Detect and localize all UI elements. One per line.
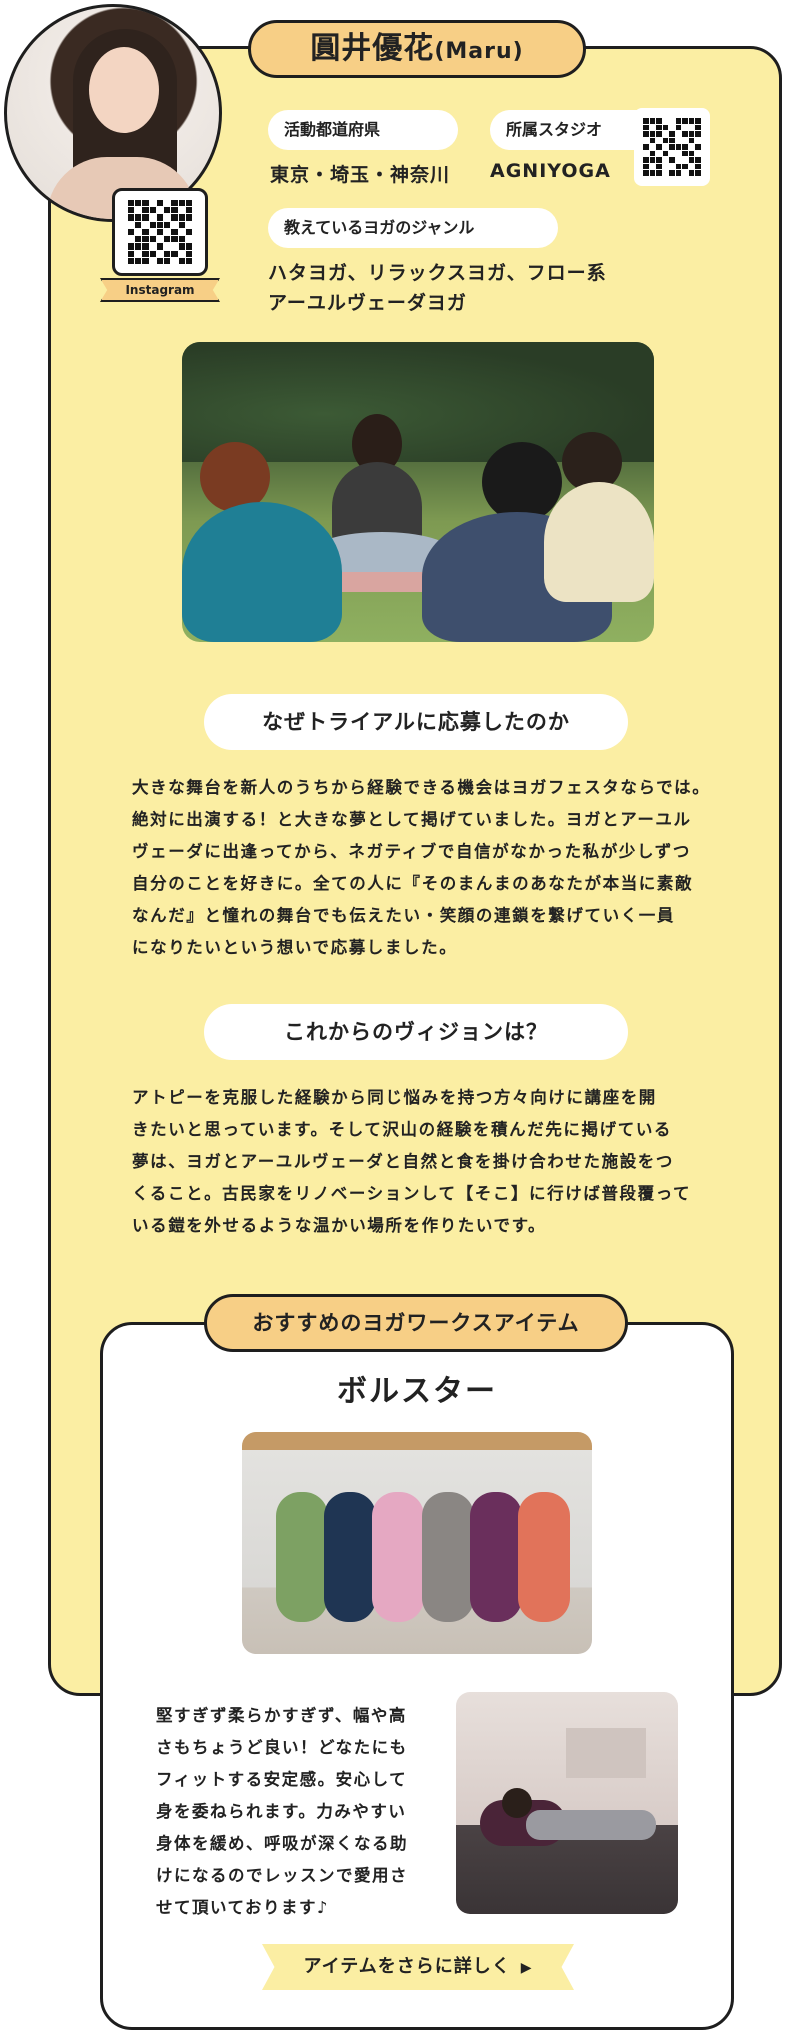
instagram-label: Instagram [100, 278, 220, 302]
bolster-navy [324, 1492, 376, 1622]
instagram-badge[interactable]: Instagram [100, 188, 220, 302]
region-value: 東京・埼玉・神奈川 [270, 164, 451, 186]
bolster-green [276, 1492, 328, 1622]
instructor-name-roman: (Maru) [434, 39, 524, 64]
name-tag: 圓井優花(Maru) [248, 20, 586, 78]
bolster-purple [470, 1492, 522, 1622]
bolster-pink [372, 1492, 424, 1622]
item-section-tag: おすすめのヨガワークスアイテム [204, 1294, 628, 1352]
vision-text: アトピーを克服した経験から同じ悩みを持つ方々向けに講座を開 きたいと思っています… [132, 1088, 692, 1235]
bolster-coral [518, 1492, 570, 1622]
bolster-pose-photo [456, 1692, 678, 1914]
genre-value: ハタヨガ、リラックスヨガ、フロー系 アーユルヴェーダヨガ [268, 262, 607, 314]
studio-value: AGNIYOGA [490, 160, 611, 182]
bolster-gray [422, 1492, 474, 1622]
item-description: 堅すぎず柔らかすぎず、幅や高 さもちょうど良い！どなたにも フィットする安定感。… [156, 1706, 408, 1917]
bolster-photo [242, 1432, 592, 1654]
why-heading: なぜトライアルに応募したのか [204, 694, 628, 750]
instructor-name: 圓井優花 [310, 31, 435, 66]
item-title: ボルスター [337, 1374, 497, 1409]
item-details-label: アイテムをさらに詳しく [303, 1956, 511, 1977]
triangle-right-icon: ▶ [520, 1960, 533, 1976]
genre-label: 教えているヨガのジャンル [268, 208, 558, 248]
vision-heading: これからのヴィジョンは？ [204, 1004, 628, 1060]
yoga-class-photo [182, 342, 654, 642]
qr-code-icon [128, 200, 192, 264]
region-label: 活動都道府県 [268, 110, 458, 150]
why-text: 大きな舞台を新人のうちから経験できる機会はヨガフェスタならでは。 絶対に出演する… [132, 778, 711, 957]
item-details-button[interactable]: アイテムをさらに詳しく ▶ [262, 1944, 574, 1990]
qr-code-icon [643, 118, 701, 176]
studio-qr[interactable] [634, 108, 710, 186]
